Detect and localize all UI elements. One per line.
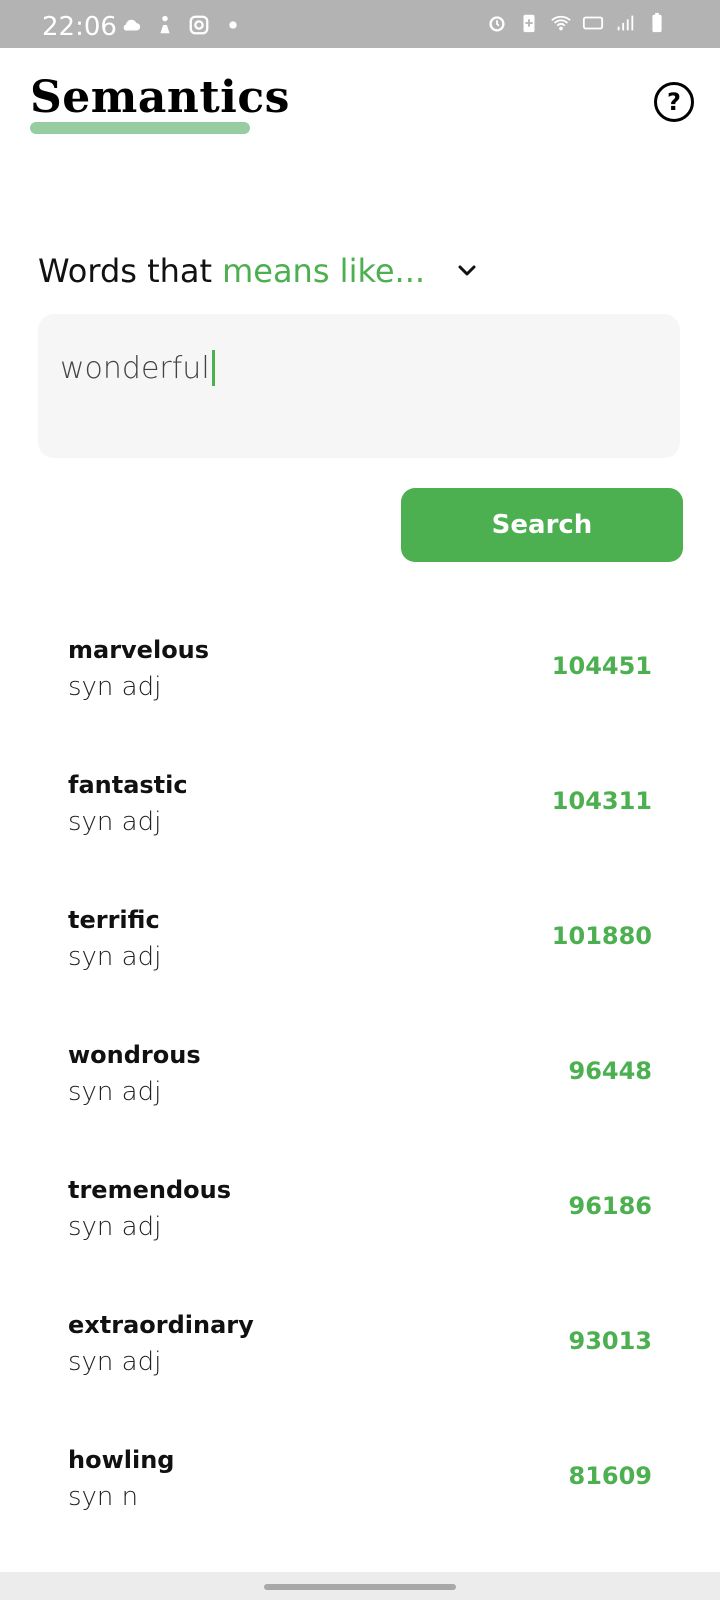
result-tags: syn adj: [68, 1212, 162, 1242]
result-score: 104451: [551, 652, 652, 680]
list-item[interactable]: extraordinary syn adj 93013: [0, 1285, 720, 1420]
results-list: marvelous syn adj 104451 fantastic syn a…: [0, 610, 720, 1555]
title-underline: [30, 122, 250, 134]
result-tags: syn adj: [68, 1347, 162, 1377]
status-time: 22:06: [42, 12, 117, 42]
cloud-icon: [123, 19, 141, 31]
mode-prefix: Words that: [38, 252, 213, 290]
text-caret: [211, 350, 215, 386]
list-item[interactable]: wondrous syn adj 96448: [0, 1015, 720, 1150]
wifi-icon: [551, 15, 571, 31]
battery-saver-icon: [523, 14, 535, 33]
search-input-value[interactable]: wonderful: [60, 351, 210, 386]
result-score: 101880: [551, 922, 652, 950]
result-word: marvelous: [68, 636, 210, 664]
search-input[interactable]: wonderful: [38, 314, 680, 458]
result-score: 93013: [568, 1327, 653, 1355]
app-title: Semantics: [30, 72, 290, 123]
dot-icon: [229, 21, 237, 29]
result-score: 81609: [568, 1462, 653, 1490]
result-tags: syn adj: [68, 672, 162, 702]
figure-icon: [160, 15, 170, 34]
status-right-icons: [486, 12, 668, 34]
list-item[interactable]: howling syn n 81609: [0, 1420, 720, 1555]
result-score: 104311: [551, 787, 652, 815]
result-tags: syn adj: [68, 807, 162, 837]
status-bar: 22:06: [0, 0, 720, 48]
list-item[interactable]: marvelous syn adj 104451: [0, 610, 720, 745]
result-tags: syn adj: [68, 942, 162, 972]
result-word: wondrous: [68, 1041, 201, 1069]
chevron-down-icon[interactable]: [455, 259, 479, 283]
volte-icon: [582, 16, 604, 30]
list-item[interactable]: fantastic syn adj 104311: [0, 745, 720, 880]
instagram-icon: [189, 15, 209, 35]
result-tags: syn n: [68, 1482, 139, 1512]
result-score: 96186: [568, 1192, 653, 1220]
signal-icon: [617, 15, 634, 31]
help-button[interactable]: ?: [654, 82, 694, 122]
result-word: terrific: [68, 906, 160, 934]
search-button[interactable]: Search: [401, 488, 683, 562]
result-word: fantastic: [68, 771, 188, 799]
navigation-bar: [0, 1572, 720, 1600]
list-item[interactable]: tremendous syn adj 96186: [0, 1150, 720, 1285]
result-tags: syn adj: [68, 1077, 162, 1107]
result-score: 96448: [568, 1057, 653, 1085]
mode-selected[interactable]: means like...: [222, 252, 425, 290]
alarm-icon: [489, 16, 505, 32]
result-word: tremendous: [68, 1176, 231, 1204]
search-input-value-wrap[interactable]: wonderful: [60, 350, 215, 386]
status-left-icons: [120, 14, 244, 36]
list-item[interactable]: terrific syn adj 101880: [0, 880, 720, 1015]
mode-selector[interactable]: Words that means like...: [38, 252, 479, 290]
help-icon: ?: [667, 88, 681, 116]
result-word: howling: [68, 1446, 175, 1474]
home-gesture-handle[interactable]: [264, 1584, 456, 1590]
result-word: extraordinary: [68, 1311, 254, 1339]
battery-icon: [652, 12, 662, 33]
